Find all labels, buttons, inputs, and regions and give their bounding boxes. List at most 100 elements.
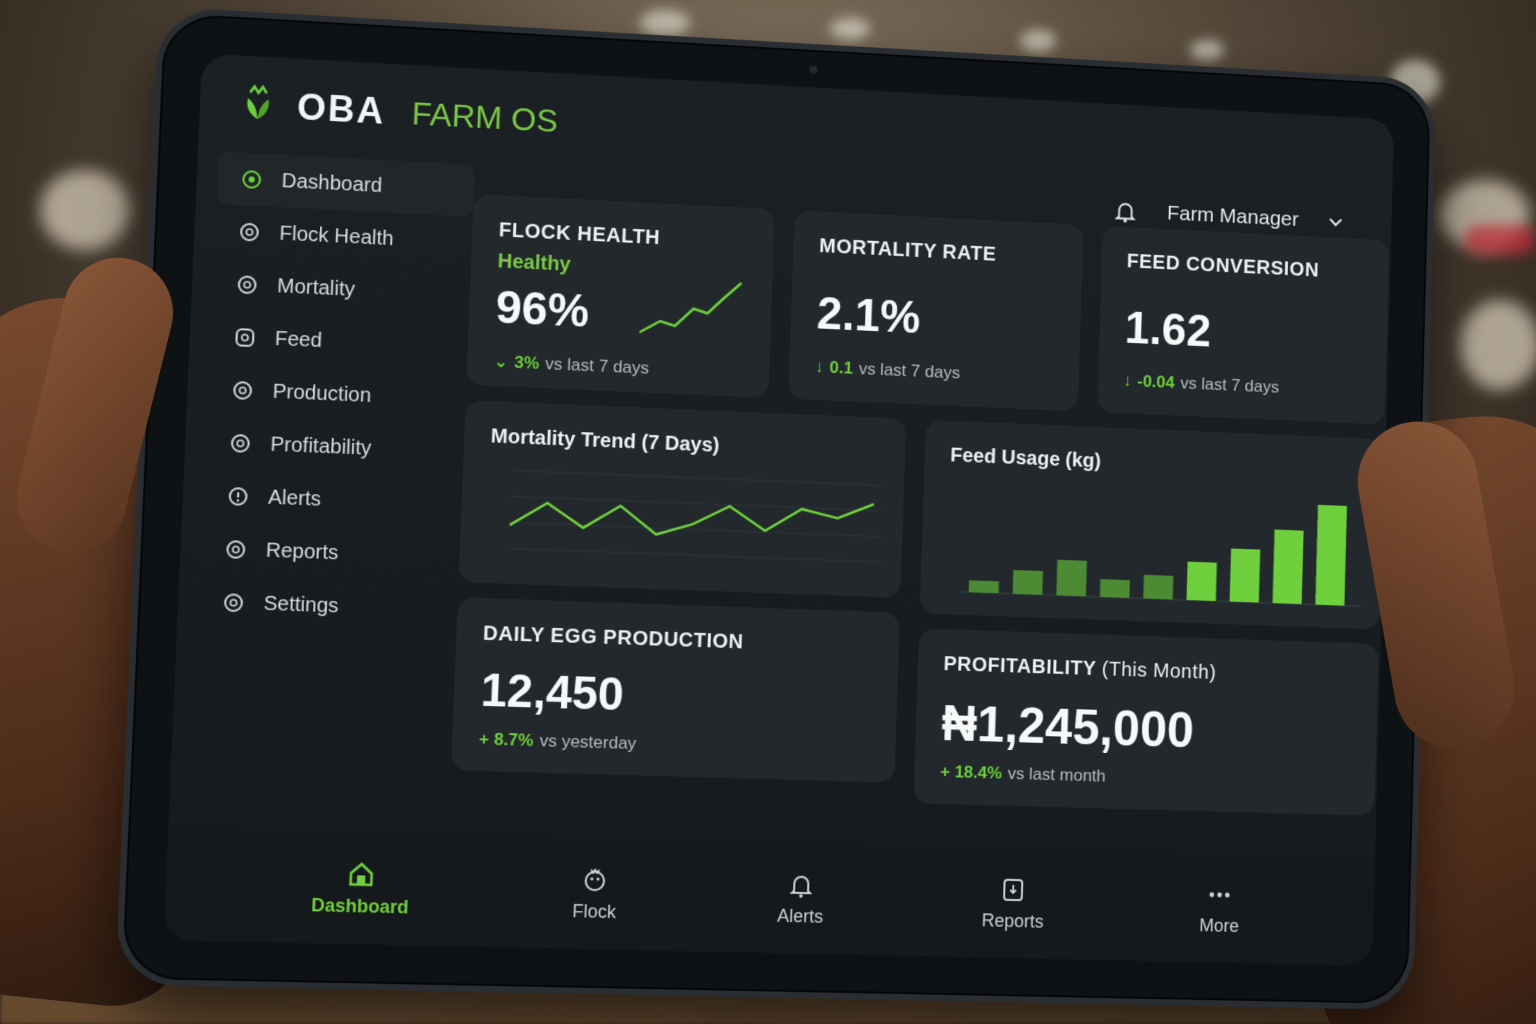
ceiling-light — [1190, 40, 1224, 60]
bottom-nav-label: More — [1199, 914, 1240, 936]
sidebar-item-settings[interactable]: Settings — [198, 575, 458, 637]
bottom-nav-label: Reports — [981, 909, 1044, 932]
sidebar-item-label: Dashboard — [281, 169, 383, 197]
feed-usage-card[interactable]: Feed Usage (kg) — [919, 419, 1385, 630]
bar — [1056, 559, 1087, 597]
more-icon — [1209, 891, 1231, 898]
bar — [968, 580, 999, 594]
bottom-nav-alerts[interactable]: Alerts — [777, 869, 825, 928]
card-title: FLOCK HEALTH — [498, 219, 661, 250]
grid-line — [512, 471, 884, 486]
bottom-nav: Dashboard Flock Alerts Reports More — [163, 826, 1376, 966]
chevron-down-icon: ⌄ — [493, 351, 509, 372]
sidebar-item-label: Profitability — [269, 432, 372, 460]
chicken-icon — [580, 864, 612, 895]
chart-title: Mortality Trend (7 Days) — [490, 425, 720, 457]
bottom-nav-more[interactable]: More — [1199, 879, 1240, 937]
delta-value: 3% — [513, 352, 540, 373]
card-title-main: PROFITABILITY — [943, 653, 1097, 681]
card-title: FEED CONVERSION — [1126, 250, 1320, 282]
bar — [1186, 561, 1217, 602]
sparkline — [634, 272, 746, 347]
kpi-delta: + 8.7% vs yesterday — [479, 729, 870, 761]
bar — [1099, 579, 1130, 598]
kpi-delta: ⌄ 3% vs last 7 days — [493, 352, 743, 383]
series-line — [510, 490, 874, 543]
ceiling-light — [830, 18, 870, 40]
grid-line — [510, 522, 883, 536]
flock-health-card[interactable]: FLOCK HEALTH Healthy 96% ⌄ 3% vs last 7 … — [466, 193, 775, 398]
kpi-value: ₦1,245,000 — [940, 695, 1195, 759]
sidebar-nav: Dashboard Flock Health Mortality Feed Pr… — [198, 151, 476, 637]
delta-value: -0.04 — [1137, 371, 1175, 392]
leaf-crown-icon — [234, 81, 281, 120]
bar — [1229, 548, 1261, 603]
chevron-down-icon[interactable] — [1327, 213, 1345, 231]
card-title: DAILY EGG PRODUCTION — [482, 622, 744, 654]
bar — [1272, 529, 1304, 605]
sidebar-item-label: Feed — [274, 327, 323, 352]
camera-icon — [808, 65, 818, 74]
kpi-value: 1.62 — [1124, 301, 1212, 357]
brand-subtitle: FARM OS — [411, 94, 559, 139]
dashboard-icon — [240, 168, 264, 191]
ceiling-light — [640, 10, 690, 36]
bottom-nav-reports[interactable]: Reports — [981, 874, 1045, 932]
mortality-rate-card[interactable]: MORTALITY RATE 2.1% ↓ 0.1 vs last 7 days — [788, 210, 1084, 412]
sidebar-item-label: Mortality — [276, 274, 356, 301]
chicken-silhouette — [1460, 300, 1536, 390]
app-screen: OBA FARM OS Farm Manager Dashboard Flock… — [163, 53, 1395, 966]
bottom-nav-label: Alerts — [776, 905, 824, 927]
delta-text: vs last 7 days — [1180, 373, 1280, 397]
mortality-trend-card[interactable]: Mortality Trend (7 Days) — [458, 399, 907, 598]
brand-name: OBA — [296, 85, 387, 132]
delta-value: + 18.4% — [939, 761, 1003, 783]
grid-line — [511, 496, 884, 511]
arrow-down-icon: ↓ — [1123, 371, 1132, 391]
sidebar-item-reports[interactable]: Reports — [200, 522, 460, 584]
delta-text: vs yesterday — [539, 730, 637, 754]
sidebar-item-label: Flock Health — [278, 221, 395, 250]
bar — [1315, 504, 1347, 606]
ceiling-light — [1020, 30, 1056, 52]
egg-production-card[interactable]: DAILY EGG PRODUCTION 12,450 + 8.7% vs ye… — [451, 597, 900, 783]
report-icon — [998, 874, 1028, 905]
kpi-value: 12,450 — [479, 663, 625, 721]
delta-text: vs last 7 days — [858, 359, 961, 383]
settings-icon — [222, 591, 246, 614]
bar — [1143, 574, 1174, 600]
bell-icon — [786, 869, 817, 898]
card-title: PROFITABILITY (This Month) — [943, 653, 1353, 689]
production-icon — [231, 379, 255, 402]
chart-title: Feed Usage (kg) — [950, 444, 1102, 473]
bell-icon[interactable] — [1113, 198, 1139, 225]
bottom-nav-flock[interactable]: Flock — [572, 864, 618, 923]
feeder-silhouette — [1465, 225, 1535, 255]
feed-icon — [233, 326, 257, 349]
card-title-sub: (This Month) — [1101, 658, 1217, 684]
feed-usage-chart — [940, 504, 1364, 614]
bottom-nav-label: Flock — [571, 900, 617, 922]
profitability-card[interactable]: PROFITABILITY (This Month) ₦1,245,000 + … — [913, 628, 1379, 816]
mortality-trend-chart — [480, 461, 885, 582]
sidebar-item-label: Alerts — [267, 485, 322, 511]
user-menu-label[interactable]: Farm Manager — [1167, 202, 1299, 232]
delta-value: 0.1 — [829, 357, 854, 378]
brand: OBA FARM OS — [234, 81, 559, 143]
arrow-down-icon: ↓ — [814, 357, 824, 377]
sidebar-item-label: Settings — [263, 592, 339, 618]
grid-line — [509, 548, 882, 562]
sidebar-item-label: Reports — [265, 538, 339, 564]
sidebar-item-alerts[interactable]: Alerts — [203, 469, 463, 532]
bottom-nav-label: Dashboard — [310, 894, 410, 918]
alerts-icon — [226, 485, 250, 508]
kpi-value: 2.1% — [816, 286, 922, 344]
feed-conversion-card[interactable]: FEED CONVERSION 1.62 ↓ -0.04 vs last 7 d… — [1097, 225, 1390, 425]
delta-text: vs last month — [1007, 763, 1106, 786]
tablet-device: OBA FARM OS Farm Manager Dashboard Flock… — [115, 6, 1437, 1011]
kpi-delta: + 18.4% vs last month — [940, 762, 1351, 794]
bottom-nav-dashboard[interactable]: Dashboard — [311, 857, 411, 918]
delta-text: vs last 7 days — [544, 354, 650, 378]
profitability-icon — [228, 432, 252, 455]
bar — [1012, 569, 1044, 595]
